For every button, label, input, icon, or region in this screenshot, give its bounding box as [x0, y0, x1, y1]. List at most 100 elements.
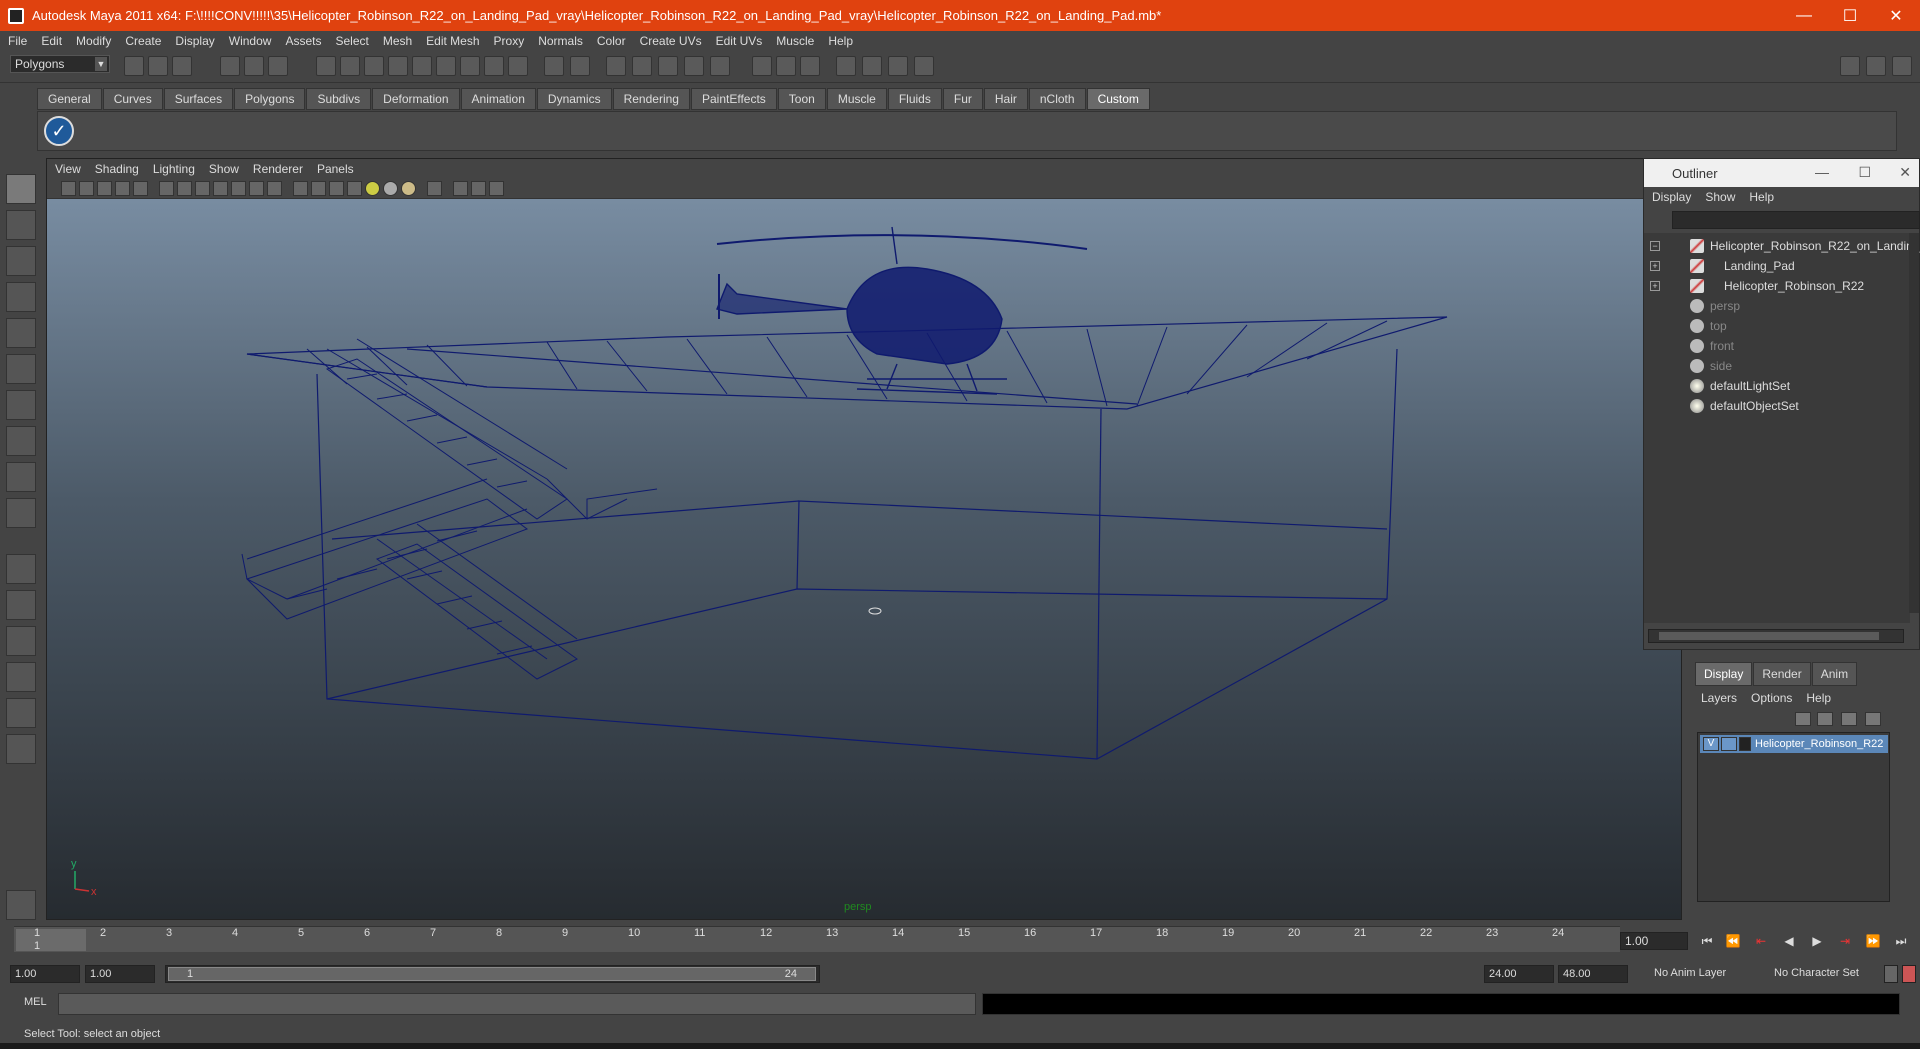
outliner-item[interactable]: defaultLightSet: [1690, 377, 1790, 395]
outliner-horizontal-scrollbar[interactable]: [1648, 629, 1904, 643]
paint-select-tool-icon[interactable]: [6, 246, 36, 276]
layer-playback-toggle[interactable]: [1721, 737, 1737, 751]
toggle-channel-box-icon[interactable]: [1892, 56, 1912, 76]
layout-options-icon[interactable]: [6, 734, 36, 764]
layer-row[interactable]: V Helicopter_Robinson_R22: [1700, 735, 1888, 753]
hypershade-layout-icon[interactable]: [6, 698, 36, 728]
select-hierarchy-icon[interactable]: [220, 56, 240, 76]
select-deformations-icon[interactable]: [412, 56, 432, 76]
persp-graph-layout-icon[interactable]: [6, 662, 36, 692]
menu-create-uvs[interactable]: Create UVs: [640, 34, 702, 48]
play-backwards-icon[interactable]: ◀: [1780, 934, 1798, 950]
show-manipulator-icon[interactable]: [6, 462, 36, 492]
mel-label[interactable]: MEL: [24, 996, 47, 1008]
safe-title-icon[interactable]: [267, 181, 282, 196]
viewport-menu-lighting[interactable]: Lighting: [153, 162, 195, 176]
layer-tab-render[interactable]: Render: [1753, 662, 1811, 686]
current-time-field[interactable]: 1.00: [1620, 932, 1688, 950]
expand-icon[interactable]: +: [1650, 261, 1660, 271]
select-surfaces-icon[interactable]: [388, 56, 408, 76]
construction-history-icon[interactable]: [800, 56, 820, 76]
menu-edit-mesh[interactable]: Edit Mesh: [426, 34, 479, 48]
shelf-tab-surfaces[interactable]: Surfaces: [163, 88, 234, 110]
field-chart-icon[interactable]: [231, 181, 246, 196]
outliner-item[interactable]: front: [1690, 337, 1734, 355]
move-tool-icon[interactable]: [6, 282, 36, 312]
bookmark-icon[interactable]: [97, 181, 112, 196]
shadows-icon[interactable]: [401, 181, 416, 196]
lasso-tool-icon[interactable]: [6, 210, 36, 240]
preferences-icon[interactable]: [1902, 965, 1916, 983]
outliner-item[interactable]: persp: [1690, 297, 1740, 315]
move-layer-down-icon[interactable]: [1817, 712, 1833, 726]
image-plane-icon[interactable]: [115, 181, 130, 196]
layer-tab-display[interactable]: Display: [1695, 662, 1753, 686]
xray-icon[interactable]: [453, 181, 468, 196]
shelf-tab-deformation[interactable]: Deformation: [372, 88, 460, 110]
shelf-tab-fur[interactable]: Fur: [942, 88, 983, 110]
scroll-thumb[interactable]: [1659, 632, 1879, 640]
character-set-dropdown[interactable]: No Character Set: [1770, 965, 1880, 983]
resolution-gate-icon[interactable]: [195, 181, 210, 196]
outliner-item[interactable]: defaultObjectSet: [1690, 397, 1799, 415]
animation-start-field[interactable]: 1.00: [10, 965, 80, 983]
soft-modification-icon[interactable]: [6, 426, 36, 456]
output-ops-icon[interactable]: [776, 56, 796, 76]
lock-selection-icon[interactable]: [544, 56, 564, 76]
help-question-icon[interactable]: [508, 56, 528, 76]
range-slider-thumb[interactable]: 1 24: [168, 967, 816, 981]
isolate-select-icon[interactable]: [427, 181, 442, 196]
menu-muscle[interactable]: Muscle: [776, 34, 814, 48]
toggle-attribute-editor-icon[interactable]: [1840, 56, 1860, 76]
outliner-filter-field[interactable]: [1672, 211, 1920, 229]
shelf-tab-animation[interactable]: Animation: [460, 88, 536, 110]
menu-window[interactable]: Window: [229, 34, 272, 48]
outliner-vertical-scrollbar[interactable]: [1909, 233, 1919, 613]
menu-edit-uvs[interactable]: Edit UVs: [716, 34, 763, 48]
outliner-item[interactable]: Helicopter_Robinson_R22: [1690, 277, 1864, 295]
safe-action-icon[interactable]: [249, 181, 264, 196]
menu-normals[interactable]: Normals: [538, 34, 583, 48]
select-component-icon[interactable]: [268, 56, 288, 76]
new-layer-from-selection-icon[interactable]: [1865, 712, 1881, 726]
input-ops-icon[interactable]: [752, 56, 772, 76]
animation-end-field[interactable]: 48.00: [1558, 965, 1628, 983]
highlight-selection-icon[interactable]: [570, 56, 590, 76]
camera-select-icon[interactable]: [61, 181, 76, 196]
hand-tool-icon[interactable]: [6, 890, 36, 920]
select-joints-icon[interactable]: [340, 56, 360, 76]
outliner-maximize-icon[interactable]: ☐: [1858, 164, 1871, 181]
open-scene-icon[interactable]: [148, 56, 168, 76]
default-lighting-icon[interactable]: [365, 181, 380, 196]
checkmark-icon[interactable]: ✓: [44, 116, 74, 146]
menu-file[interactable]: File: [8, 34, 27, 48]
snap-curve-icon[interactable]: [632, 56, 652, 76]
move-layer-up-icon[interactable]: [1795, 712, 1811, 726]
menu-edit[interactable]: Edit: [41, 34, 62, 48]
menu-proxy[interactable]: Proxy: [494, 34, 525, 48]
viewport-menu-renderer[interactable]: Renderer: [253, 162, 303, 176]
all-lights-icon[interactable]: [383, 181, 398, 196]
menu-mesh[interactable]: Mesh: [383, 34, 412, 48]
single-perspective-layout-icon[interactable]: [6, 554, 36, 584]
snap-plane-icon[interactable]: [684, 56, 704, 76]
shelf-tab-toon[interactable]: Toon: [777, 88, 826, 110]
persp-outliner-layout-icon[interactable]: [6, 626, 36, 656]
command-input[interactable]: [58, 993, 976, 1015]
step-forward-frame-icon[interactable]: ⏩: [1864, 934, 1882, 950]
maximize-button[interactable]: ☐: [1827, 0, 1873, 31]
select-rendering-icon[interactable]: [460, 56, 480, 76]
shelf-tab-muscle[interactable]: Muscle: [826, 88, 887, 110]
layer-tab-anim[interactable]: Anim: [1811, 662, 1858, 686]
collapse-icon[interactable]: −: [1650, 241, 1660, 251]
shelf-tab-ncloth[interactable]: nCloth: [1028, 88, 1086, 110]
wireframe-icon[interactable]: [293, 181, 308, 196]
outliner-item[interactable]: Landing_Pad: [1690, 257, 1795, 275]
shelf-tab-hair[interactable]: Hair: [983, 88, 1028, 110]
close-button[interactable]: ✕: [1873, 0, 1919, 31]
viewport-menu-shading[interactable]: Shading: [95, 162, 139, 176]
outliner-menu-show[interactable]: Show: [1705, 190, 1735, 204]
minimize-button[interactable]: —: [1781, 0, 1827, 31]
select-tool-icon[interactable]: [6, 174, 36, 204]
select-curves-icon[interactable]: [364, 56, 384, 76]
